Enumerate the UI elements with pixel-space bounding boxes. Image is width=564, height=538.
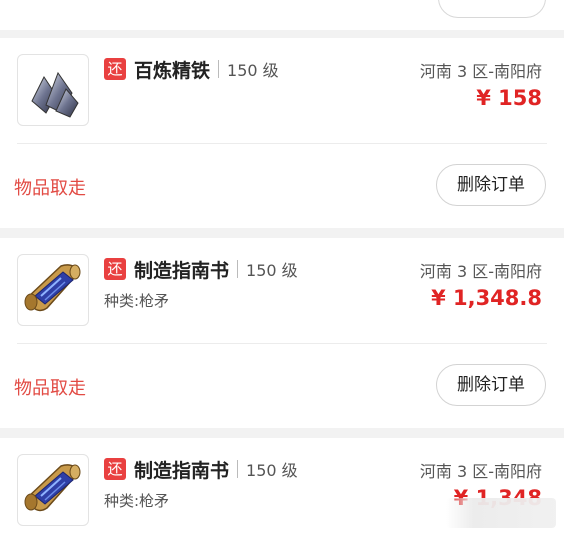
watermark-overlay <box>446 498 556 528</box>
item-thumbnail[interactable] <box>17 454 89 526</box>
iron-ingot-icon <box>31 68 79 118</box>
item-name[interactable]: 制造指南书 <box>134 456 229 483</box>
item-thumbnail[interactable] <box>17 54 89 126</box>
order-status: 物品取走 <box>14 178 86 199</box>
bargain-badge: 还 <box>104 58 126 80</box>
item-name[interactable]: 百炼精铁 <box>134 56 210 83</box>
item-price: ¥ 158 <box>476 86 542 110</box>
server-region: 河南 3 区-南阳府 <box>419 462 542 481</box>
item-category: 种类:枪矛 <box>104 492 170 510</box>
item-title-row: 还 制造指南书 150 级 <box>104 256 298 282</box>
item-name[interactable]: 制造指南书 <box>134 256 229 283</box>
server-region: 河南 3 区-南阳府 <box>419 262 542 281</box>
server-region: 河南 3 区-南阳府 <box>419 62 542 81</box>
item-category: 种类:枪矛 <box>104 292 170 310</box>
delete-order-button[interactable]: 删除订单 <box>436 164 546 206</box>
item-level: 150 级 <box>246 261 298 280</box>
order-card: 还 制造指南书 150 级 种类:枪矛 河南 3 区-南阳府 ¥ 1,348.8… <box>0 238 564 428</box>
previous-order-card-partial <box>0 0 564 30</box>
divider <box>237 460 239 478</box>
item-thumbnail[interactable] <box>17 254 89 326</box>
divider <box>17 343 547 344</box>
delete-order-button-partial[interactable] <box>438 0 546 18</box>
divider <box>237 260 239 278</box>
item-title-row: 还 百炼精铁 150 级 <box>104 56 279 82</box>
scroll-book-icon <box>24 464 81 512</box>
bargain-badge: 还 <box>104 258 126 280</box>
order-status: 物品取走 <box>14 378 86 399</box>
bargain-badge: 还 <box>104 458 126 480</box>
item-level: 150 级 <box>227 61 279 80</box>
item-level: 150 级 <box>246 461 298 480</box>
order-card: 还 百炼精铁 150 级 河南 3 区-南阳府 ¥ 158 物品取走 删除订单 <box>0 38 564 228</box>
divider <box>17 143 547 144</box>
divider <box>218 60 220 78</box>
item-price: ¥ 1,348.8 <box>431 286 542 310</box>
item-title-row: 还 制造指南书 150 级 <box>104 456 298 482</box>
scroll-book-icon <box>24 264 81 312</box>
delete-order-button[interactable]: 删除订单 <box>436 364 546 406</box>
